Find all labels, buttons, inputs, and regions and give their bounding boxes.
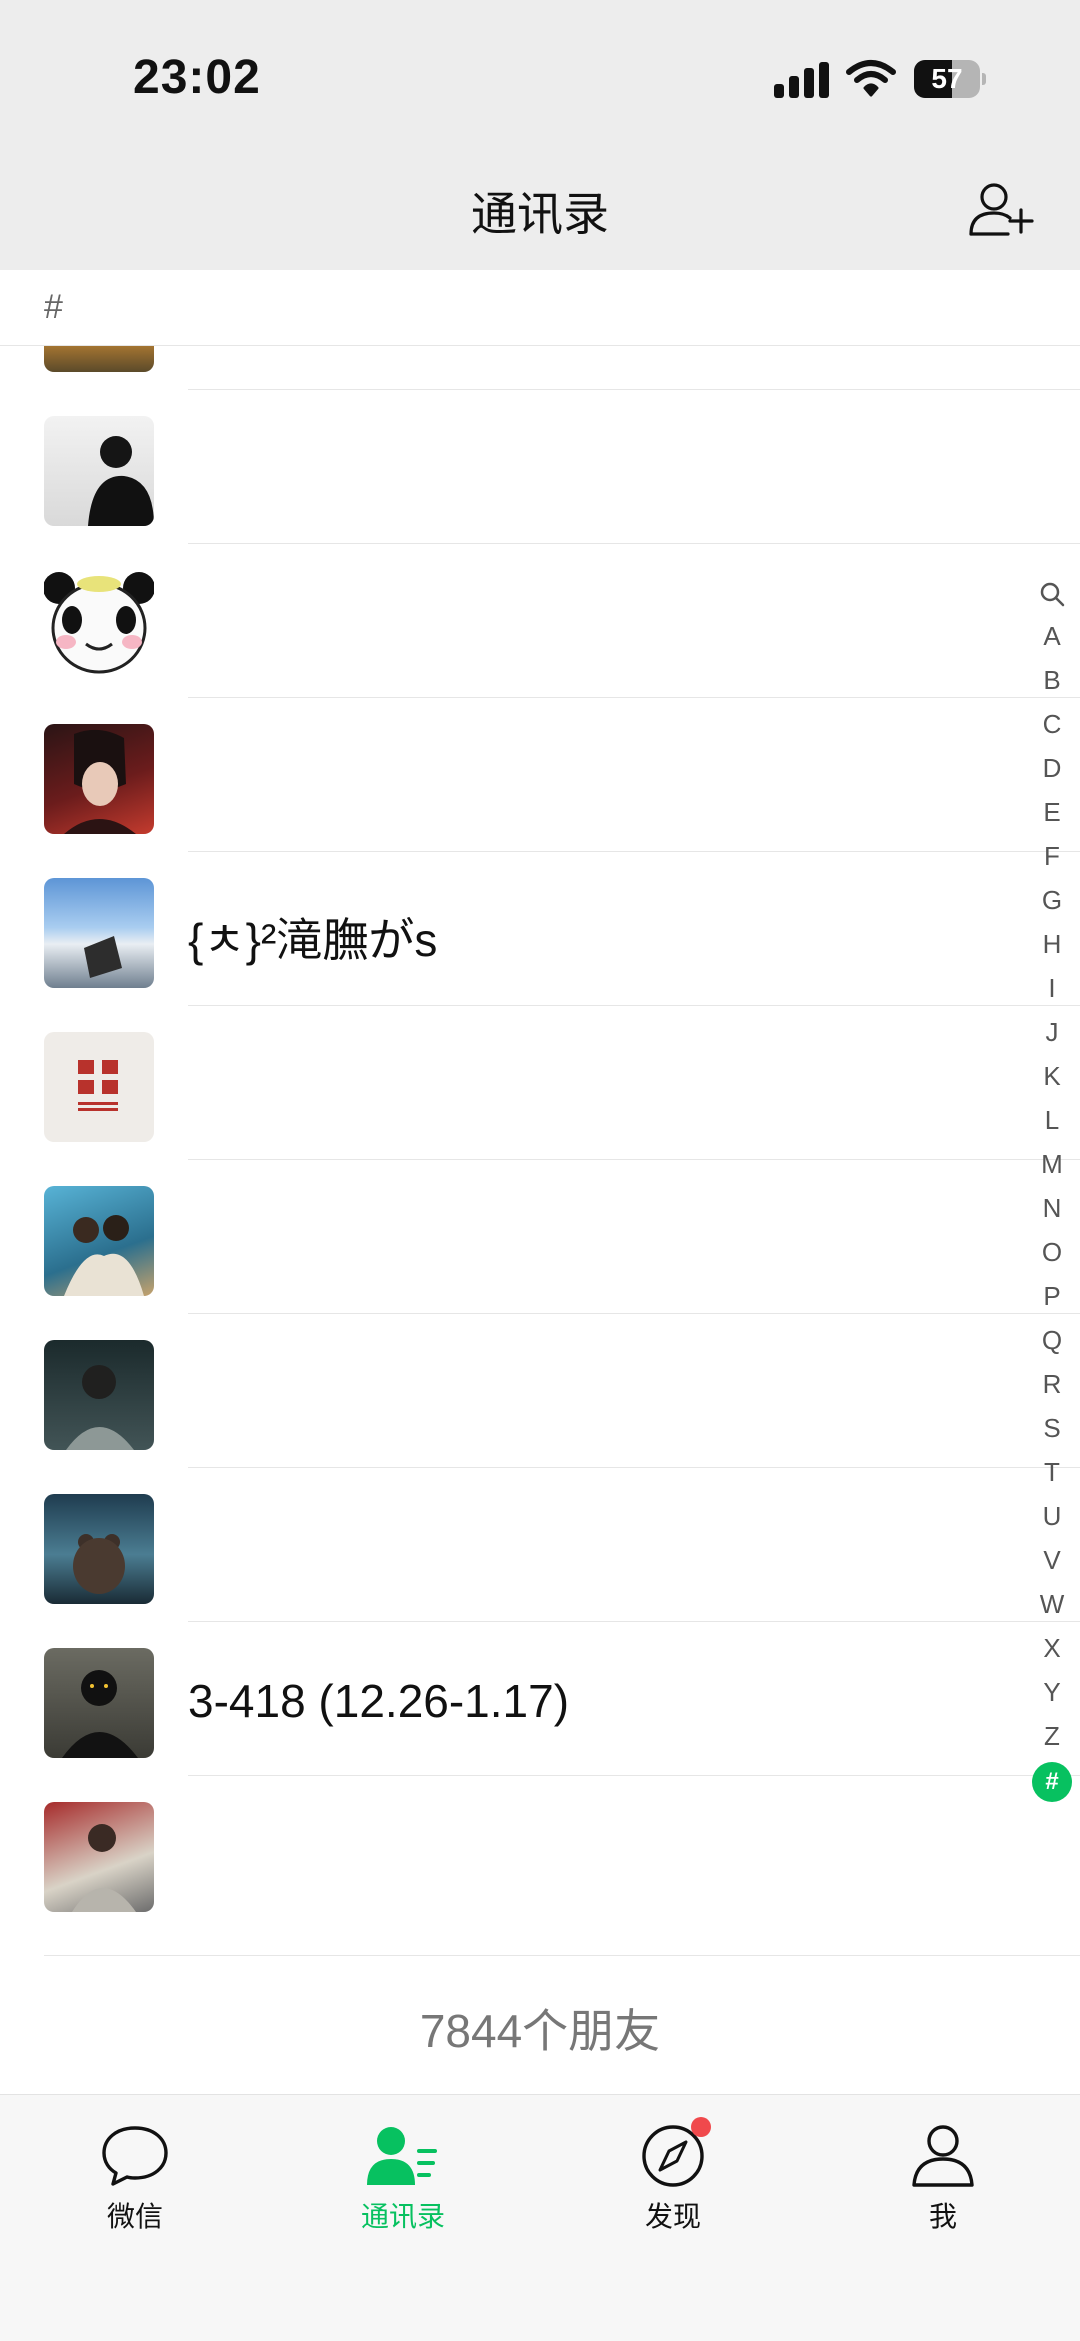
index-letter-q[interactable]: Q: [1030, 1318, 1074, 1362]
index-letter-u[interactable]: U: [1030, 1494, 1074, 1538]
index-letter-m[interactable]: M: [1030, 1142, 1074, 1186]
index-letter-p[interactable]: P: [1030, 1274, 1074, 1318]
index-letter-k[interactable]: K: [1030, 1054, 1074, 1098]
tab-label: 通讯录: [360, 2201, 445, 2232]
index-letter-o[interactable]: O: [1030, 1230, 1074, 1274]
contact-avatar: [44, 1802, 154, 1912]
contact-avatar: [44, 1494, 154, 1604]
index-letter-b[interactable]: B: [1030, 658, 1074, 702]
index-letter-z[interactable]: Z: [1030, 1714, 1074, 1758]
alphabet-index[interactable]: A B C D E F G H I J K L M N O P Q R S T …: [1030, 570, 1074, 1802]
wifi-icon: [846, 60, 896, 97]
index-letter-r[interactable]: R: [1030, 1362, 1074, 1406]
index-search-icon[interactable]: [1030, 570, 1074, 614]
contact-avatar: [44, 416, 154, 526]
section-letter: #: [44, 288, 63, 326]
index-letter-f[interactable]: F: [1030, 834, 1074, 878]
tab-bar: 微信 通讯录 发现 我: [0, 2094, 1080, 2341]
contact-avatar: [44, 878, 154, 988]
contact-avatar: [44, 1648, 154, 1758]
index-letter-d[interactable]: D: [1030, 746, 1074, 790]
index-letter-a[interactable]: A: [1030, 614, 1074, 658]
friend-count: 7844个朋友: [419, 2005, 661, 2057]
contact-avatar: [44, 570, 154, 680]
contact-row[interactable]: [0, 390, 1080, 544]
index-letter-e[interactable]: E: [1030, 790, 1074, 834]
contact-row[interactable]: [0, 1776, 1080, 1930]
contact-avatar: [44, 1186, 154, 1296]
index-letter-w[interactable]: W: [1030, 1582, 1074, 1626]
index-letter-h[interactable]: H: [1030, 922, 1074, 966]
contact-list[interactable]: {ㅊ}²滝膴がs 3-418 (12.26-1.17): [0, 346, 1080, 1956]
index-letter-y[interactable]: Y: [1030, 1670, 1074, 1714]
tab-me[interactable]: 我: [863, 2123, 1023, 2243]
contact-row[interactable]: [0, 544, 1080, 698]
index-letter-l[interactable]: L: [1030, 1098, 1074, 1142]
page-title: 通讯录: [471, 188, 609, 240]
person-icon: [912, 2125, 974, 2187]
battery-percent: 57: [931, 63, 963, 94]
chat-bubble-icon: [102, 2126, 168, 2186]
add-friend-icon[interactable]: [968, 180, 1034, 236]
contact-name: 3-418 (12.26-1.17): [188, 1675, 570, 1727]
top-bar: 23:02 57 通讯录: [0, 0, 1080, 270]
index-letter-c[interactable]: C: [1030, 702, 1074, 746]
contact-row[interactable]: [0, 1160, 1080, 1314]
contact-avatar: [44, 724, 154, 834]
contact-row[interactable]: [0, 1314, 1080, 1468]
index-letter-v[interactable]: V: [1030, 1538, 1074, 1582]
contact-avatar: [44, 1340, 154, 1450]
contact-name: {ㅊ}²滝膴がs: [188, 914, 438, 966]
contact-row[interactable]: [0, 1468, 1080, 1622]
contact-row[interactable]: [0, 1006, 1080, 1160]
contacts-icon: [367, 2127, 437, 2185]
contact-row[interactable]: [0, 698, 1080, 852]
contact-row[interactable]: [0, 346, 1080, 390]
tab-label: 微信: [106, 2201, 163, 2232]
index-letter-n[interactable]: N: [1030, 1186, 1074, 1230]
index-letter-i[interactable]: I: [1030, 966, 1074, 1010]
section-header: #: [0, 270, 1080, 346]
tab-label: 发现: [644, 2201, 701, 2232]
index-letter-j[interactable]: J: [1030, 1010, 1074, 1054]
index-letter-hash-active[interactable]: #: [1032, 1762, 1072, 1802]
contact-avatar: [44, 1032, 154, 1142]
contact-row[interactable]: {ㅊ}²滝膴がs: [0, 852, 1080, 1006]
contacts-screen: 23:02 57 通讯录 # {ㅊ}²滝膴がs 3-418 (12.26-1.1…: [0, 0, 1080, 2341]
notification-dot: [691, 2117, 711, 2137]
contact-avatar: [44, 346, 154, 372]
index-letter-t[interactable]: T: [1030, 1450, 1074, 1494]
contact-row[interactable]: 3-418 (12.26-1.17): [0, 1622, 1080, 1776]
tab-chats[interactable]: 微信: [55, 2123, 215, 2243]
index-letter-g[interactable]: G: [1030, 878, 1074, 922]
cellular-signal-icon: [774, 62, 830, 98]
index-letter-x[interactable]: X: [1030, 1626, 1074, 1670]
battery-icon: 57: [914, 60, 986, 98]
tab-label: 我: [928, 2201, 957, 2232]
tab-contacts[interactable]: 通讯录: [323, 2123, 483, 2243]
index-letter-s[interactable]: S: [1030, 1406, 1074, 1450]
status-time: 23:02: [133, 51, 261, 104]
tab-discover[interactable]: 发现: [593, 2117, 753, 2243]
